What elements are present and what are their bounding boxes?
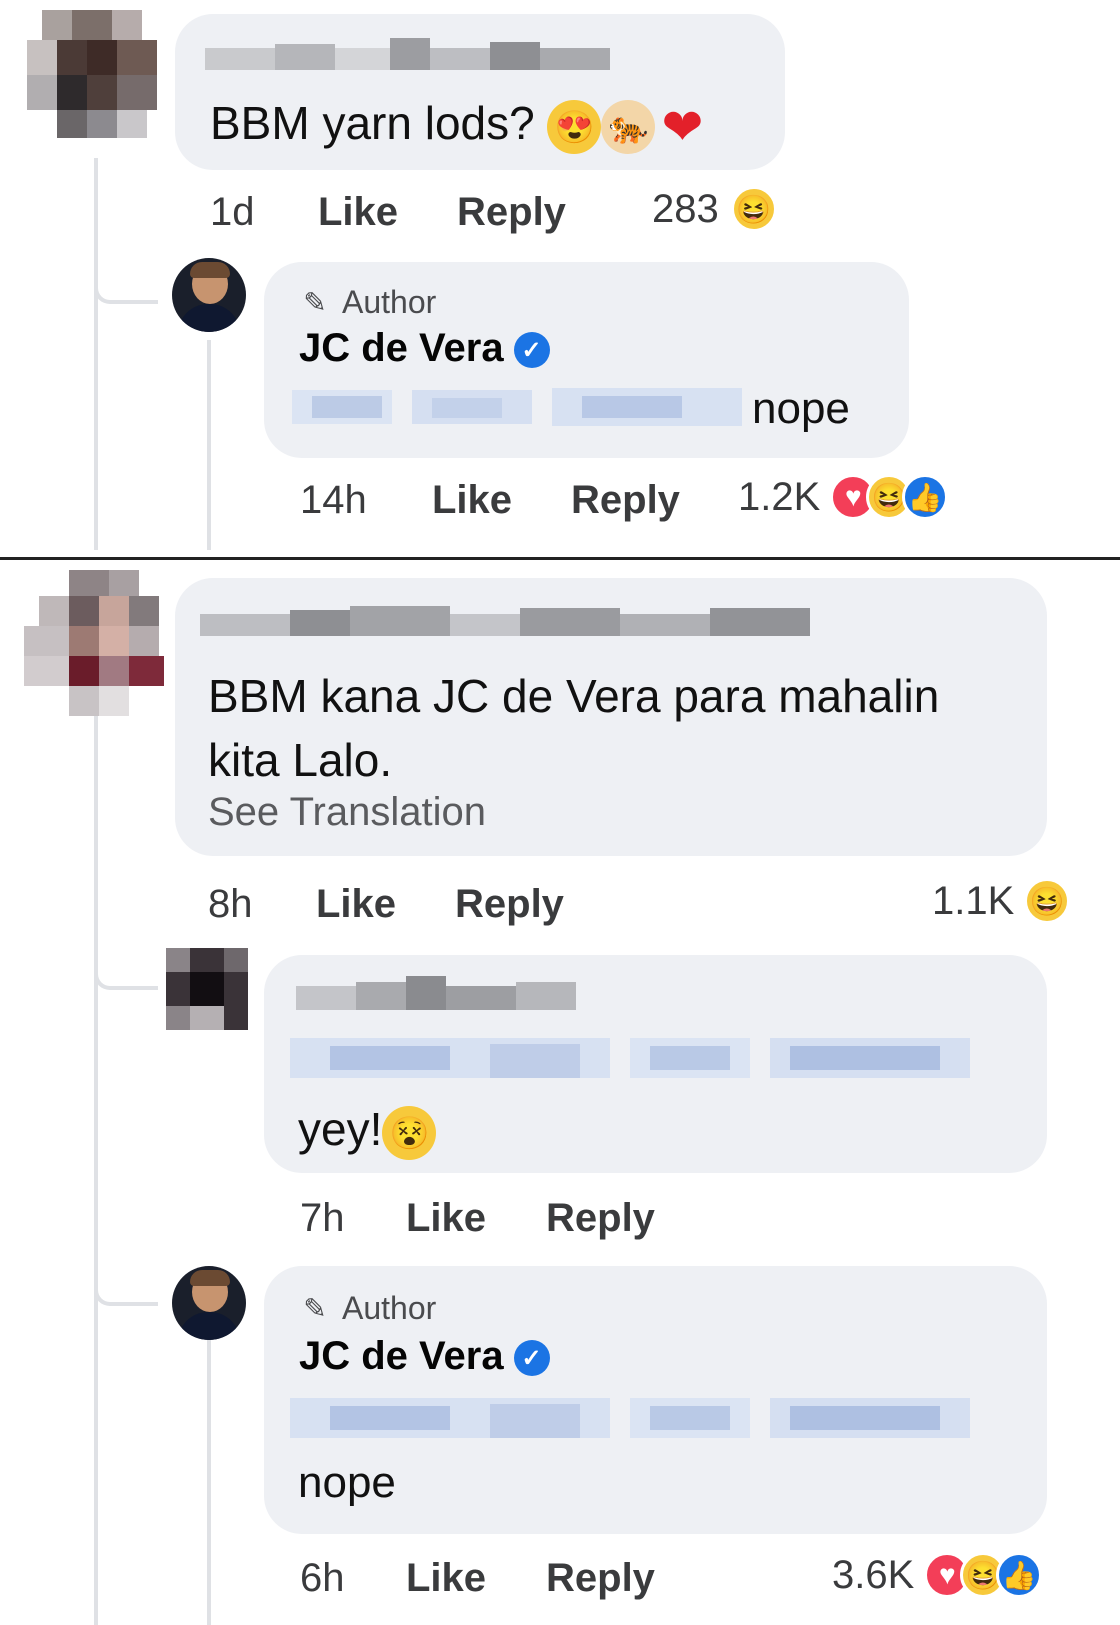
reply-button[interactable]: Reply bbox=[546, 1196, 655, 1241]
tiger-emoji-icon: 🐅 bbox=[601, 99, 656, 154]
like-button[interactable]: Like bbox=[318, 190, 398, 235]
thread-elbow bbox=[94, 930, 158, 990]
reaction-count: 3.6K bbox=[832, 1552, 915, 1597]
reply-time[interactable]: 7h bbox=[300, 1196, 345, 1241]
commenter-avatar[interactable] bbox=[24, 570, 164, 716]
author-name[interactable]: JC de Vera ✓ bbox=[299, 1334, 550, 1379]
like-reaction-icon: 👍 bbox=[996, 1552, 1043, 1598]
blurred-mention bbox=[290, 1392, 1010, 1448]
like-button[interactable]: Like bbox=[406, 1556, 486, 1601]
author-name-label: JC de Vera bbox=[299, 1334, 504, 1378]
thread-line bbox=[207, 340, 211, 550]
reply-text: yey! 😵 bbox=[298, 1102, 437, 1160]
pencil-icon: ✎ bbox=[303, 1293, 327, 1324]
like-reaction-icon: 👍 bbox=[902, 474, 949, 520]
reaction-count: 1.2K bbox=[738, 474, 821, 519]
pencil-icon: ✎ bbox=[303, 287, 327, 318]
author-avatar[interactable] bbox=[172, 1266, 246, 1340]
reaction-count: 283 bbox=[652, 186, 719, 231]
thread-elbow bbox=[94, 250, 158, 304]
reaction-summary[interactable]: 1.2K ♥ 😆 👍 bbox=[738, 474, 949, 520]
like-button[interactable]: Like bbox=[316, 882, 396, 927]
comment-text: BBM yarn lods? 😍 🐅 ❤ bbox=[210, 96, 709, 155]
reaction-summary[interactable]: 3.6K ♥ 😆 👍 bbox=[832, 1552, 1043, 1598]
thread-line bbox=[207, 1340, 211, 1625]
verified-check-icon: ✓ bbox=[513, 1340, 550, 1377]
reply-text-label: yey! bbox=[298, 1103, 383, 1155]
reaction-summary[interactable]: 1.1K 😆 bbox=[932, 878, 1071, 924]
comment-time[interactable]: 1d bbox=[210, 190, 255, 235]
commenter-avatar[interactable] bbox=[166, 948, 248, 1030]
reply-time[interactable]: 14h bbox=[300, 478, 367, 523]
blurred-name bbox=[296, 972, 576, 1018]
comment-text-line: kita Lalo. bbox=[208, 734, 393, 786]
thread-elbow bbox=[94, 1246, 158, 1306]
author-name[interactable]: JC de Vera ✓ bbox=[299, 326, 550, 371]
like-button[interactable]: Like bbox=[432, 478, 512, 523]
author-badge-label: Author bbox=[342, 284, 437, 320]
thread-line bbox=[94, 158, 98, 550]
red-heart-emoji-icon: ❤ bbox=[661, 98, 704, 155]
haha-reaction-icon: 😆 bbox=[1024, 878, 1071, 924]
woozy-face-emoji-icon: 😵 bbox=[382, 1105, 437, 1160]
author-badge-label: Author bbox=[342, 1290, 437, 1326]
thread-line bbox=[94, 706, 98, 1625]
author-name-label: JC de Vera bbox=[299, 326, 504, 370]
reply-time[interactable]: 6h bbox=[300, 1556, 345, 1601]
author-reply-text: nope bbox=[752, 384, 850, 433]
haha-reaction-icon: 😆 bbox=[730, 186, 777, 232]
reply-button[interactable]: Reply bbox=[571, 478, 680, 523]
author-reply-text: nope bbox=[298, 1458, 396, 1507]
reply-button[interactable]: Reply bbox=[546, 1556, 655, 1601]
author-avatar[interactable] bbox=[172, 258, 246, 332]
reply-button[interactable]: Reply bbox=[455, 882, 564, 927]
comment-text: BBM kana JC de Vera para mahalin kita La… bbox=[208, 664, 939, 792]
verified-check-icon: ✓ bbox=[513, 332, 550, 369]
see-translation-link[interactable]: See Translation bbox=[208, 790, 486, 835]
reaction-summary[interactable]: 283 😆 bbox=[652, 186, 777, 232]
comment-text-line: BBM kana JC de Vera para mahalin bbox=[208, 670, 940, 722]
author-badge: ✎ Author bbox=[298, 1290, 436, 1327]
reaction-count: 1.1K bbox=[932, 878, 1015, 923]
blurred-name bbox=[205, 34, 610, 80]
blurred-name bbox=[200, 600, 830, 644]
panel-divider bbox=[0, 557, 1120, 560]
blurred-mention bbox=[292, 384, 742, 430]
heart-eyes-emoji-icon: 😍 bbox=[547, 99, 602, 154]
comment-text-label: BBM yarn lods? bbox=[210, 97, 535, 149]
commenter-avatar[interactable] bbox=[22, 10, 162, 138]
author-badge: ✎ Author bbox=[298, 284, 436, 321]
like-button[interactable]: Like bbox=[406, 1196, 486, 1241]
comment-time[interactable]: 8h bbox=[208, 882, 253, 927]
blurred-mention bbox=[290, 1032, 1010, 1088]
reply-button[interactable]: Reply bbox=[457, 190, 566, 235]
